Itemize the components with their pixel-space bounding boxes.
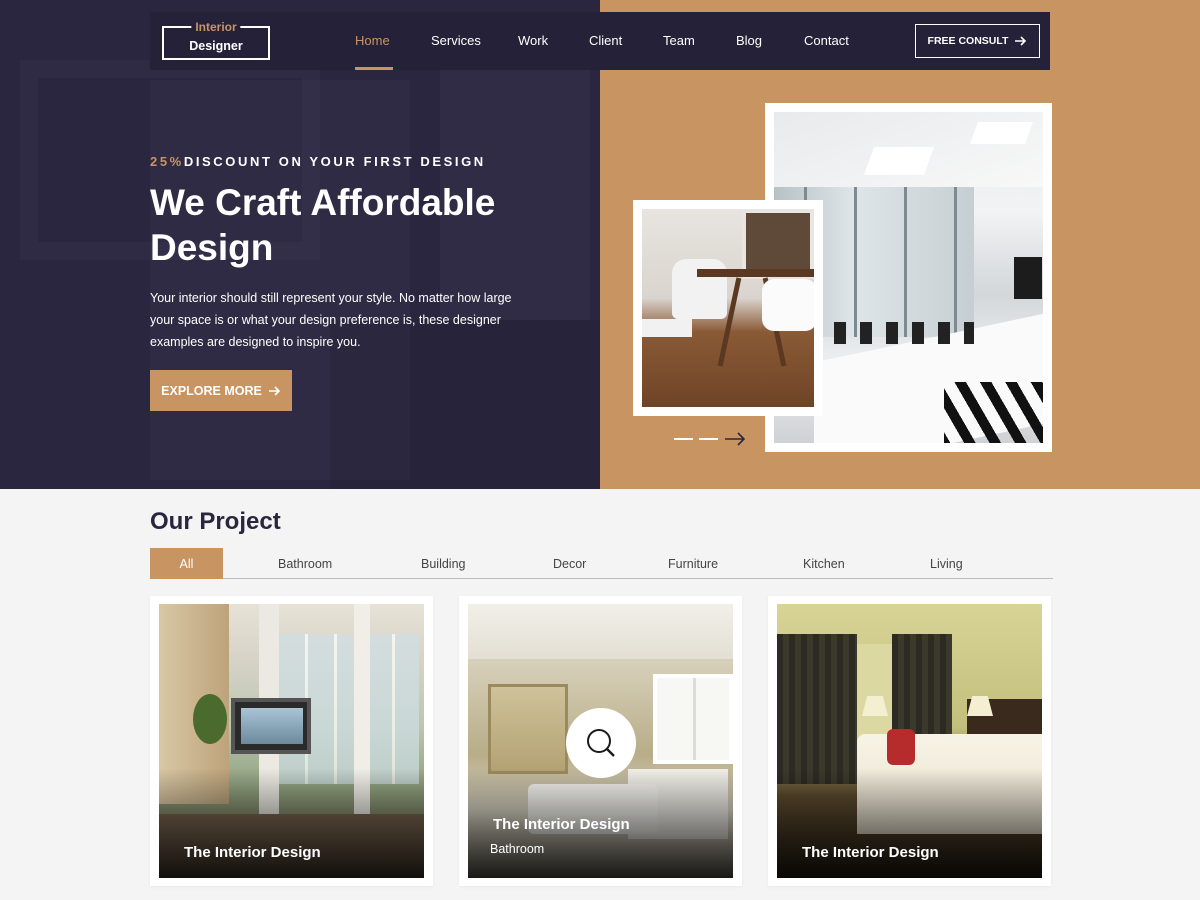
arrow-right-icon (1015, 36, 1027, 46)
nav-blog[interactable]: Blog (736, 33, 762, 48)
hero-slider-nav[interactable] (674, 432, 746, 446)
filter-tab-kitchen[interactable]: Kitchen (803, 557, 845, 571)
project-card-title: The Interior Design (184, 844, 321, 861)
project-card-category: Bathroom (490, 842, 545, 856)
nav-client[interactable]: Client (589, 33, 622, 48)
section-title-our-project: Our Project (150, 508, 281, 535)
filter-tab-all[interactable]: All (150, 548, 223, 579)
zoom-button[interactable] (566, 708, 636, 778)
nav-services[interactable]: Services (431, 33, 481, 48)
nav-work[interactable]: Work (518, 33, 548, 48)
nav-active-indicator (355, 67, 393, 70)
filter-tab-decor[interactable]: Decor (553, 557, 586, 571)
logo-line1: Interior (191, 19, 241, 35)
free-consult-button[interactable]: FREE CONSULT (915, 24, 1040, 58)
project-card-1[interactable]: The Interior Design (150, 596, 433, 886)
hero-dining-image (633, 200, 823, 416)
top-navbar: Interior Designer Home Services Work Cli… (150, 12, 1050, 70)
nav-home[interactable]: Home (355, 33, 390, 48)
discount-value: 25% (150, 154, 184, 169)
explore-more-button[interactable]: EXPLORE MORE (150, 370, 292, 411)
project-card-3[interactable]: The Interior Design (768, 596, 1051, 886)
tabs-divider (150, 578, 1053, 579)
explore-more-label: EXPLORE MORE (161, 383, 262, 398)
search-icon (587, 729, 615, 757)
arrow-right-icon (268, 385, 280, 396)
slider-dot-2[interactable] (699, 438, 718, 440)
discount-text: DISCOUNT ON YOUR FIRST DESIGN (183, 154, 486, 169)
hero-description: Your interior should still represent you… (150, 291, 512, 349)
filter-tab-living[interactable]: Living (930, 557, 963, 571)
discount-tagline: 25%DISCOUNT ON YOUR FIRST DESIGN (150, 154, 486, 169)
logo[interactable]: Interior Designer (162, 19, 270, 60)
logo-line2: Designer (189, 39, 243, 53)
free-consult-label: FREE CONSULT (927, 35, 1009, 47)
project-card-title: The Interior Design (493, 816, 630, 833)
project-image-bathroom: The Interior Design Bathroom (468, 604, 733, 878)
nav-team[interactable]: Team (663, 33, 695, 48)
project-card-title: The Interior Design (802, 844, 939, 861)
filter-tab-bathroom[interactable]: Bathroom (278, 557, 332, 571)
hero-headline: We Craft Affordable Design (150, 182, 496, 268)
slider-dot-1[interactable] (674, 438, 693, 440)
project-image-bedroom: The Interior Design (777, 604, 1042, 878)
project-card-2[interactable]: The Interior Design Bathroom (459, 596, 742, 886)
project-image-living-room: The Interior Design (159, 604, 424, 878)
slider-next-arrow-icon[interactable] (724, 432, 746, 446)
filter-tab-furniture[interactable]: Furniture (668, 557, 718, 571)
filter-tab-building[interactable]: Building (421, 557, 465, 571)
nav-contact[interactable]: Contact (804, 33, 849, 48)
